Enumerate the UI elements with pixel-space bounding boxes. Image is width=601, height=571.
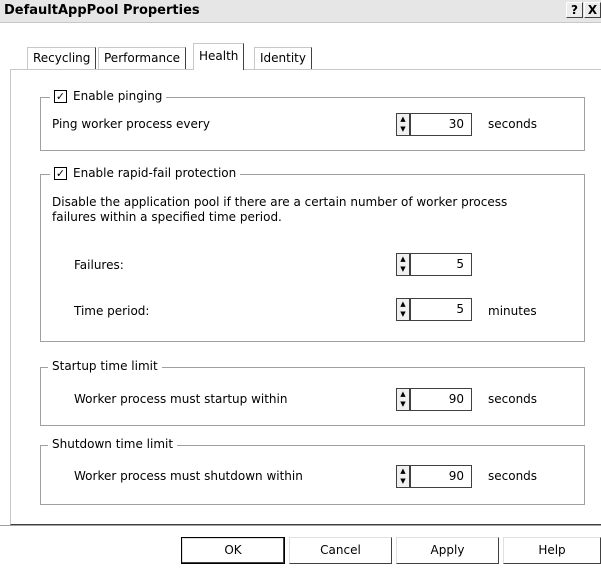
title-bar[interactable]: DefaultAppPool Properties ? X [0, 0, 601, 23]
help-button[interactable]: Help [503, 537, 601, 564]
spin-up-icon[interactable]: ▲ [397, 389, 409, 399]
enable-rapid-fail-checkbox[interactable]: ✓ [54, 167, 67, 180]
apply-button[interactable]: Apply [396, 537, 499, 564]
time-period-label: Time period: [74, 304, 150, 318]
rapid-fail-description: Disable the application pool if there ar… [52, 195, 508, 224]
spin-up-icon[interactable]: ▲ [397, 299, 409, 309]
shutdown-limit-input[interactable]: 90 [410, 465, 472, 488]
close-title-button[interactable]: X [584, 2, 601, 18]
failures-label: Failures: [74, 258, 124, 272]
failures-spinner[interactable]: ▲ ▼ [396, 253, 410, 276]
spin-up-icon[interactable]: ▲ [397, 254, 409, 264]
tab-health-label: Health [199, 49, 239, 63]
tab-performance[interactable]: Performance [98, 47, 187, 69]
time-period-input[interactable]: 5 [410, 298, 472, 321]
check-icon: ✓ [55, 90, 66, 103]
enable-rapid-fail-label[interactable]: Enable rapid-fail protection [73, 166, 236, 180]
time-period-unit: minutes [488, 304, 537, 318]
ping-interval-label: Ping worker process every [52, 117, 210, 131]
failures-input[interactable]: 5 [410, 253, 472, 276]
spin-down-icon[interactable]: ▼ [397, 399, 409, 409]
help-title-button[interactable]: ? [566, 2, 583, 18]
ping-interval-spinner[interactable]: ▲ ▼ [396, 113, 410, 136]
startup-limit-input[interactable]: 90 [410, 388, 472, 411]
pinging-legend: ✓ Enable pinging [50, 89, 167, 105]
question-icon: ? [571, 3, 578, 17]
startup-legend: Startup time limit [48, 359, 162, 373]
tab-recycling-label: Recycling [33, 51, 91, 65]
spin-down-icon[interactable]: ▼ [397, 124, 409, 134]
shutdown-limit-label: Worker process must shutdown within [74, 469, 303, 483]
ping-interval-input[interactable]: 30 [410, 113, 472, 136]
shutdown-legend: Shutdown time limit [48, 437, 178, 451]
startup-limit-label: Worker process must startup within [74, 392, 288, 406]
ok-button[interactable]: OK [181, 537, 285, 564]
ping-interval-unit: seconds [488, 117, 538, 131]
window-title: DefaultAppPool Properties [4, 3, 200, 18]
shutdown-limit-unit: seconds [488, 469, 538, 483]
spin-down-icon[interactable]: ▼ [397, 264, 409, 274]
cancel-button[interactable]: Cancel [289, 537, 392, 564]
tab-recycling[interactable]: Recycling [27, 47, 97, 69]
startup-limit-unit: seconds [488, 392, 538, 406]
properties-dialog: DefaultAppPool Properties ? X Recycling … [0, 0, 601, 571]
time-period-spinner[interactable]: ▲ ▼ [396, 298, 410, 321]
enable-pinging-label[interactable]: Enable pinging [73, 89, 162, 103]
spin-up-icon[interactable]: ▲ [397, 466, 409, 476]
startup-limit-spinner[interactable]: ▲ ▼ [396, 388, 410, 411]
spin-down-icon[interactable]: ▼ [397, 476, 409, 486]
enable-pinging-checkbox[interactable]: ✓ [54, 90, 67, 103]
check-icon: ✓ [55, 167, 66, 180]
tab-performance-label: Performance [104, 51, 181, 65]
footer-divider [0, 525, 601, 526]
close-icon: X [587, 3, 598, 17]
spin-down-icon[interactable]: ▼ [397, 309, 409, 319]
tab-health[interactable]: Health [193, 43, 245, 70]
tab-identity-label: Identity [260, 51, 306, 65]
tab-identity[interactable]: Identity [254, 47, 312, 69]
shutdown-limit-spinner[interactable]: ▲ ▼ [396, 465, 410, 488]
rapid-fail-legend: ✓ Enable rapid-fail protection [50, 166, 241, 182]
spin-up-icon[interactable]: ▲ [397, 114, 409, 124]
